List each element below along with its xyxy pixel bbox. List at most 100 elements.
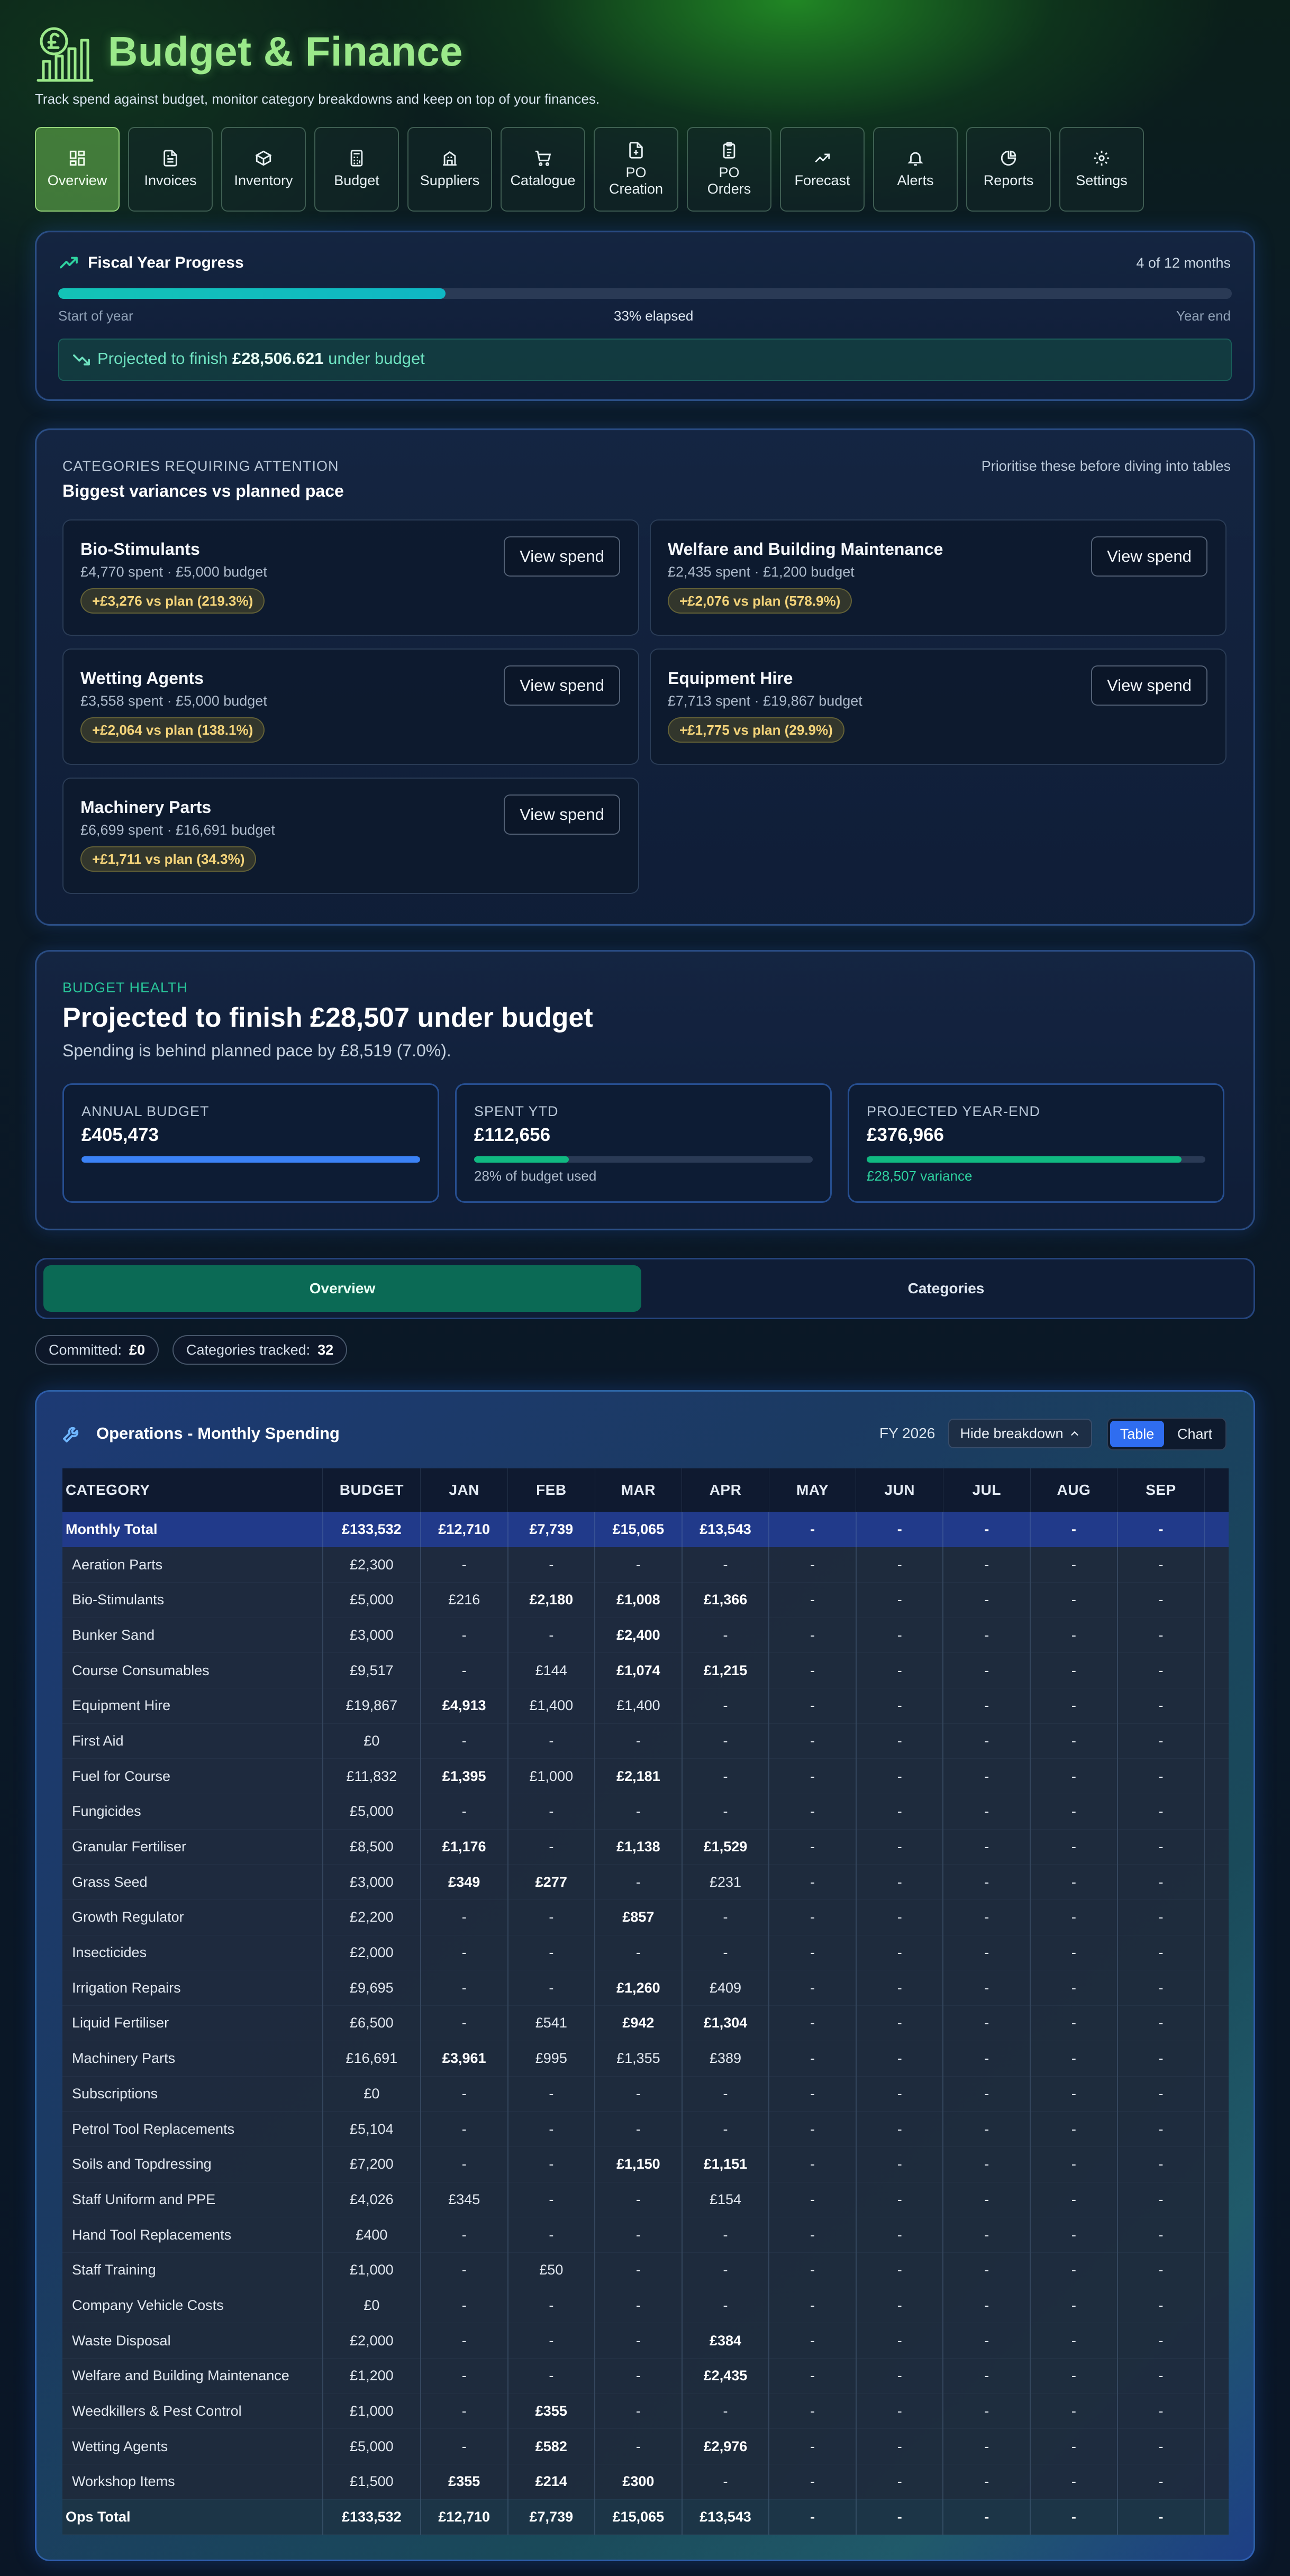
view-spend-button[interactable]: View spend bbox=[504, 794, 620, 835]
column-header: AUG bbox=[1030, 1468, 1118, 1512]
view-spend-button[interactable]: View spend bbox=[1091, 665, 1207, 706]
pill-value: 32 bbox=[317, 1341, 334, 1358]
amount-cell: - bbox=[1117, 1794, 1205, 1830]
fiscal-end-label: Year end bbox=[1176, 308, 1231, 324]
amount-cell: - bbox=[420, 2288, 508, 2324]
category-cell: Irrigation Repairs bbox=[62, 1970, 323, 2006]
amount-cell: £3,000 bbox=[322, 1618, 421, 1654]
amount-cell: - bbox=[856, 1935, 944, 1971]
amount-cell: - bbox=[769, 2076, 857, 2112]
amount-cell: - bbox=[1117, 2041, 1205, 2077]
wrench-icon bbox=[61, 1423, 83, 1444]
amount-cell: - bbox=[769, 1723, 857, 1759]
nav-alerts[interactable]: Alerts bbox=[873, 127, 958, 212]
attention-item-name: Welfare and Building Maintenance bbox=[668, 540, 943, 559]
tab-overview[interactable]: Overview bbox=[43, 1265, 641, 1312]
amount-cell: - bbox=[595, 1794, 683, 1830]
amount-cell: - bbox=[1204, 2394, 1229, 2429]
nav-po-creation[interactable]: PO Creation bbox=[594, 127, 678, 212]
amount-cell: - bbox=[769, 1829, 857, 1865]
amount-cell: - bbox=[856, 2323, 944, 2359]
amount-cell: - bbox=[1030, 2323, 1118, 2359]
column-header: MAY bbox=[769, 1468, 857, 1512]
chevron-up-icon bbox=[1070, 1431, 1078, 1436]
amount-cell: £389 bbox=[682, 2041, 770, 2077]
table-row: Insecticides£2,000---------- bbox=[62, 1935, 1229, 1971]
nav-invoices[interactable]: Invoices bbox=[128, 127, 213, 212]
amount-cell: £349 bbox=[420, 1864, 508, 1901]
amount-cell: £8,500 bbox=[322, 1829, 421, 1865]
nav-forecast[interactable]: Forecast bbox=[780, 127, 865, 212]
amount-cell: - bbox=[1204, 1618, 1229, 1654]
amount-cell: - bbox=[1030, 1970, 1118, 2006]
amount-cell: - bbox=[856, 1899, 944, 1935]
amount-cell: £2,000 bbox=[322, 2323, 421, 2359]
table-view-button[interactable]: Table bbox=[1110, 1421, 1164, 1447]
nav-overview[interactable]: Overview bbox=[35, 127, 120, 212]
table-row: Wetting Agents£5,000-£582-£2,976------ bbox=[62, 2428, 1229, 2465]
view-spend-button[interactable]: View spend bbox=[504, 536, 620, 577]
amount-cell: - bbox=[856, 1970, 944, 2006]
amount-cell: - bbox=[856, 2394, 944, 2429]
amount-cell: - bbox=[682, 2252, 770, 2288]
table-row: Fungicides£5,000---------- bbox=[62, 1794, 1229, 1830]
fiscal-start-label: Start of year bbox=[58, 308, 133, 324]
amount-cell: - bbox=[856, 1688, 944, 1724]
amount-cell: - bbox=[420, 1899, 508, 1935]
table-title: Operations - Monthly Spending bbox=[96, 1424, 340, 1442]
cart-icon bbox=[535, 151, 551, 167]
nav-catalogue[interactable]: Catalogue bbox=[501, 127, 585, 212]
amount-cell: - bbox=[856, 2358, 944, 2394]
nav-label: Suppliers bbox=[420, 172, 480, 189]
amount-cell: £3,961 bbox=[420, 2041, 508, 2077]
amount-cell: - bbox=[507, 1794, 596, 1830]
nav-inventory[interactable]: Inventory bbox=[221, 127, 306, 212]
amount-cell: £2,400 bbox=[595, 1618, 683, 1654]
nav-budget[interactable]: Budget bbox=[314, 127, 399, 212]
amount-cell: - bbox=[420, 1970, 508, 2006]
amount-cell: - bbox=[943, 2358, 1031, 2394]
budget-health-title: Projected to finish £28,507 under budget bbox=[62, 1002, 593, 1033]
table-header-row: CATEGORY BUDGET JAN FEB MAR APR MAY JUN JUL AUG SE… bbox=[62, 1468, 1229, 1512]
view-spend-button[interactable]: View spend bbox=[504, 665, 620, 706]
amount-cell: - bbox=[1030, 1899, 1118, 1935]
amount-cell: - bbox=[769, 2252, 857, 2288]
fiscal-elapsed-label: 33% elapsed bbox=[614, 308, 694, 324]
attention-eyebrow: CATEGORIES REQUIRING ATTENTION bbox=[62, 458, 339, 474]
amount-cell: - bbox=[1030, 1618, 1118, 1654]
amount-cell: - bbox=[595, 2428, 683, 2465]
nav-reports[interactable]: Reports bbox=[966, 127, 1051, 212]
amount-cell: - bbox=[1117, 2499, 1205, 2535]
amount-cell: - bbox=[1030, 2499, 1118, 2535]
nav-suppliers[interactable]: Suppliers bbox=[407, 127, 492, 212]
amount-cell: - bbox=[769, 2005, 857, 2041]
amount-cell: £3,000 bbox=[322, 1864, 421, 1901]
trending-up-icon bbox=[58, 254, 79, 273]
amount-cell: - bbox=[856, 1652, 944, 1688]
budget-health-eyebrow: BUDGET HEALTH bbox=[62, 980, 188, 995]
nav-po-orders[interactable]: PO Orders bbox=[687, 127, 771, 212]
view-spend-button[interactable]: View spend bbox=[1091, 536, 1207, 577]
category-cell: Aeration Parts bbox=[62, 1547, 323, 1583]
tab-categories[interactable]: Categories bbox=[646, 1265, 1247, 1312]
amount-cell: - bbox=[1117, 2428, 1205, 2465]
amount-cell: - bbox=[943, 1935, 1031, 1971]
amount-cell: - bbox=[507, 1970, 596, 2006]
table-scroll-area[interactable]: CATEGORY BUDGET JAN FEB MAR APR MAY JUN JUL AUG SE… bbox=[62, 1468, 1229, 2535]
hide-breakdown-button[interactable]: Hide breakdown bbox=[948, 1419, 1092, 1448]
nav-settings[interactable]: Settings bbox=[1059, 127, 1144, 212]
projection-text: Projected to finish £28,506.621 under bu… bbox=[97, 349, 425, 368]
amount-cell: - bbox=[595, 2076, 683, 2112]
amount-cell: - bbox=[769, 1547, 857, 1583]
amount-cell: - bbox=[1030, 2464, 1118, 2500]
chart-view-button[interactable]: Chart bbox=[1167, 1421, 1222, 1447]
amount-cell: - bbox=[1204, 1899, 1229, 1935]
stat-value: £405,473 bbox=[81, 1125, 159, 1145]
stat-progress-bar bbox=[867, 1156, 1205, 1163]
amount-cell: - bbox=[943, 2323, 1031, 2359]
amount-cell: £2,200 bbox=[322, 1899, 421, 1935]
amount-cell: - bbox=[943, 1547, 1031, 1583]
amount-cell: - bbox=[682, 1723, 770, 1759]
amount-cell: - bbox=[1117, 1618, 1205, 1654]
amount-cell: £1,500 bbox=[322, 2464, 421, 2500]
